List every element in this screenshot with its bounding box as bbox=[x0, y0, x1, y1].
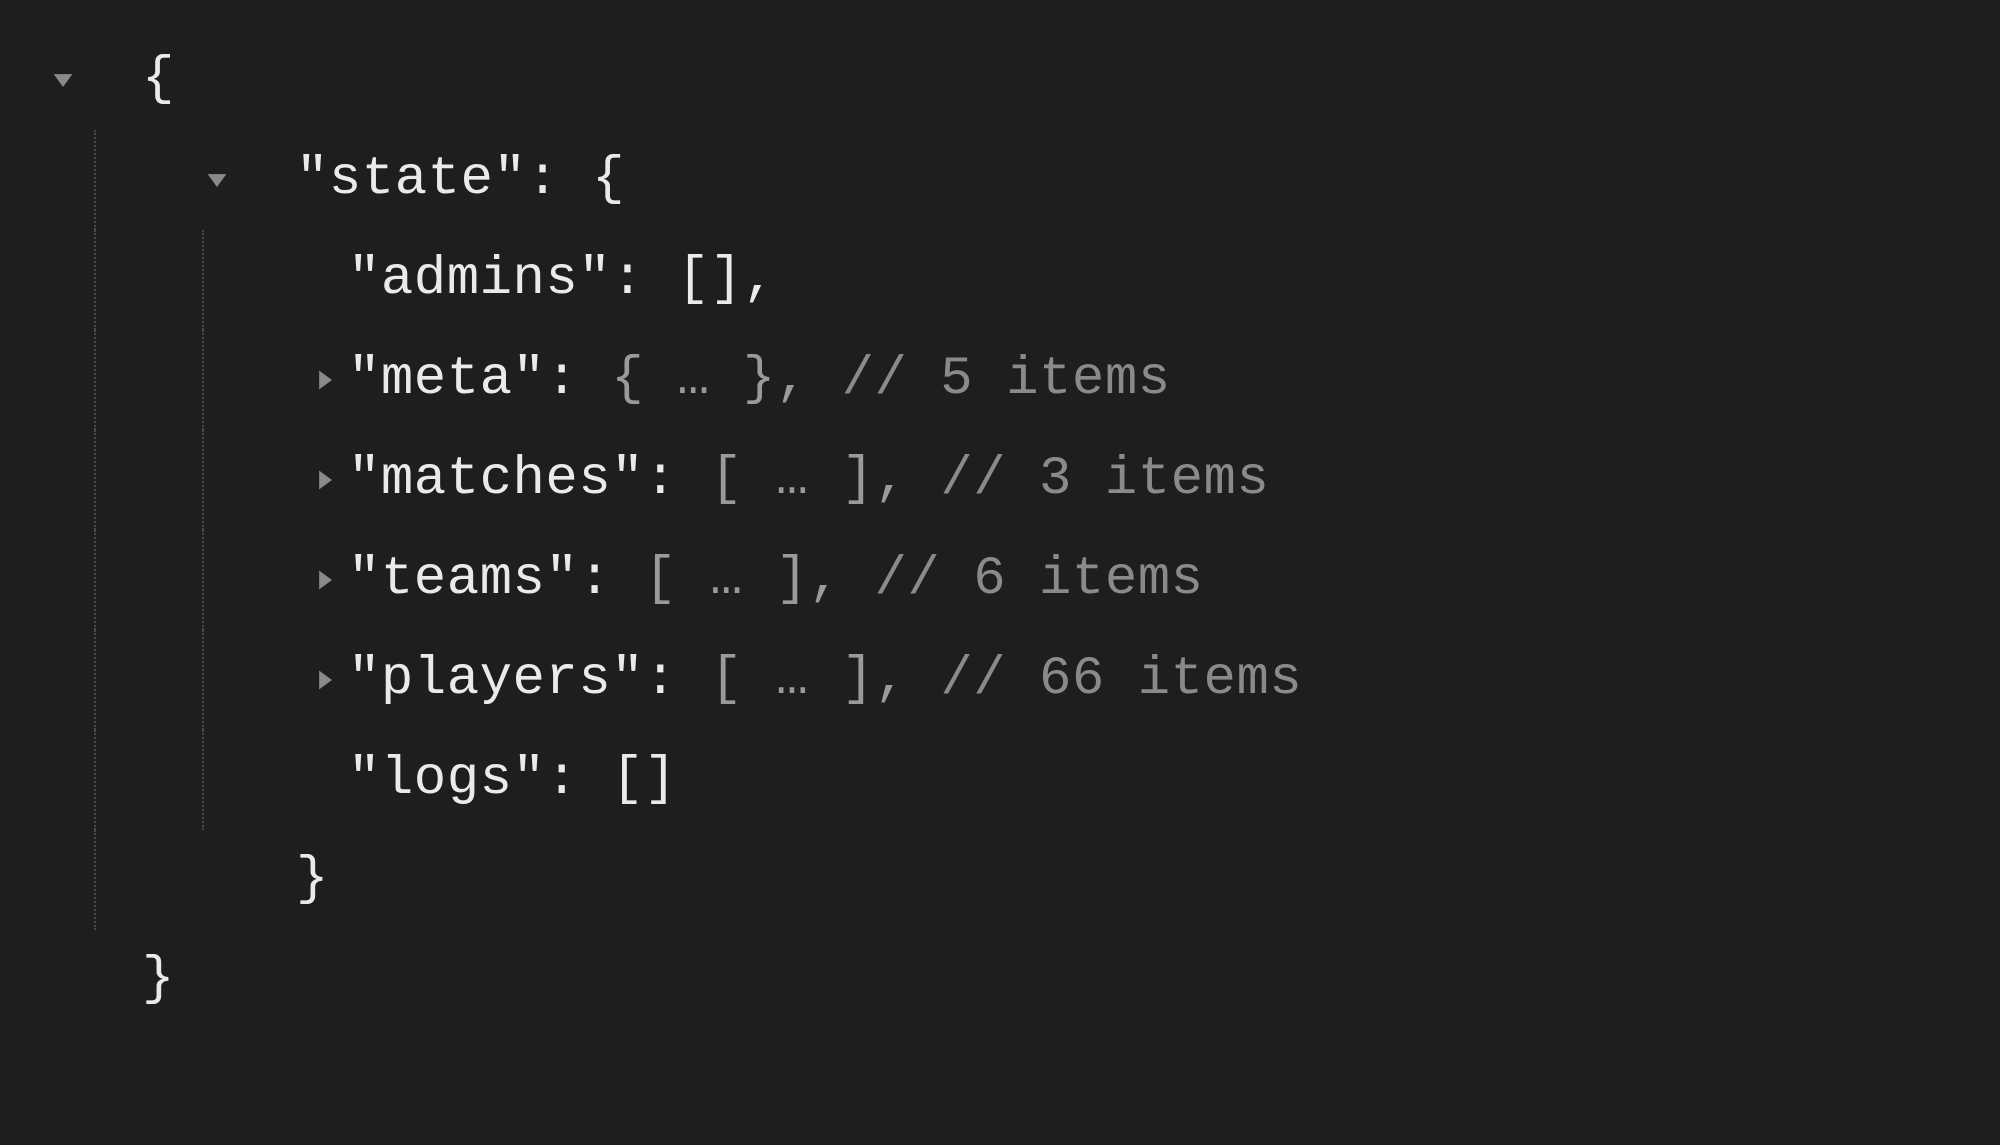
json-key-logs: "logs" bbox=[348, 730, 545, 830]
tree-row-players[interactable]: "players": [ … ], // 66 items bbox=[40, 630, 1960, 730]
json-key-state: "state" bbox=[296, 130, 526, 230]
json-value-teams: [ … ], bbox=[644, 530, 841, 630]
json-key-teams: "teams" bbox=[348, 530, 578, 630]
tree-row-meta[interactable]: "meta": { … }, // 5 items bbox=[40, 330, 1960, 430]
json-value-admins: [], bbox=[677, 230, 776, 330]
no-chevron bbox=[302, 266, 348, 294]
tree-row-teams[interactable]: "teams": [ … ], // 6 items bbox=[40, 530, 1960, 630]
json-tree-viewer: { "state": { "admins": [], "meta": { … }… bbox=[0, 0, 2000, 1070]
chevron-down-icon[interactable] bbox=[194, 166, 240, 194]
chevron-down-icon[interactable] bbox=[40, 66, 86, 94]
json-value-players: [ … ], bbox=[710, 630, 907, 730]
json-key-admins: "admins" bbox=[348, 230, 611, 330]
tree-row-root-close: } bbox=[40, 930, 1960, 1030]
tree-row-logs[interactable]: "logs": [] bbox=[40, 730, 1960, 830]
tree-row-state-close: } bbox=[40, 830, 1960, 930]
chevron-right-icon[interactable] bbox=[302, 666, 348, 694]
item-count-matches: // 3 items bbox=[940, 430, 1269, 530]
chevron-right-icon[interactable] bbox=[302, 366, 348, 394]
chevron-right-icon[interactable] bbox=[302, 466, 348, 494]
json-key-meta: "meta" bbox=[348, 330, 545, 430]
open-brace: { bbox=[142, 30, 175, 130]
item-count-players: // 66 items bbox=[940, 630, 1302, 730]
no-chevron bbox=[302, 766, 348, 794]
json-value-meta: { … }, bbox=[611, 330, 808, 430]
tree-row-state-open[interactable]: "state": { bbox=[40, 130, 1960, 230]
guide-spacer bbox=[40, 166, 86, 194]
tree-row-admins[interactable]: "admins": [], bbox=[40, 230, 1960, 330]
tree-row-root-open[interactable]: { bbox=[40, 30, 1960, 130]
tree-row-matches[interactable]: "matches": [ … ], // 3 items bbox=[40, 430, 1960, 530]
chevron-right-icon[interactable] bbox=[302, 566, 348, 594]
json-key-matches: "matches" bbox=[348, 430, 644, 530]
item-count-meta: // 5 items bbox=[842, 330, 1171, 430]
close-brace: } bbox=[142, 930, 175, 1030]
colon-open-brace: : { bbox=[526, 130, 625, 230]
json-value-logs: [] bbox=[611, 730, 677, 830]
item-count-teams: // 6 items bbox=[875, 530, 1204, 630]
json-value-matches: [ … ], bbox=[710, 430, 907, 530]
json-key-players: "players" bbox=[348, 630, 644, 730]
close-brace: } bbox=[296, 830, 329, 930]
